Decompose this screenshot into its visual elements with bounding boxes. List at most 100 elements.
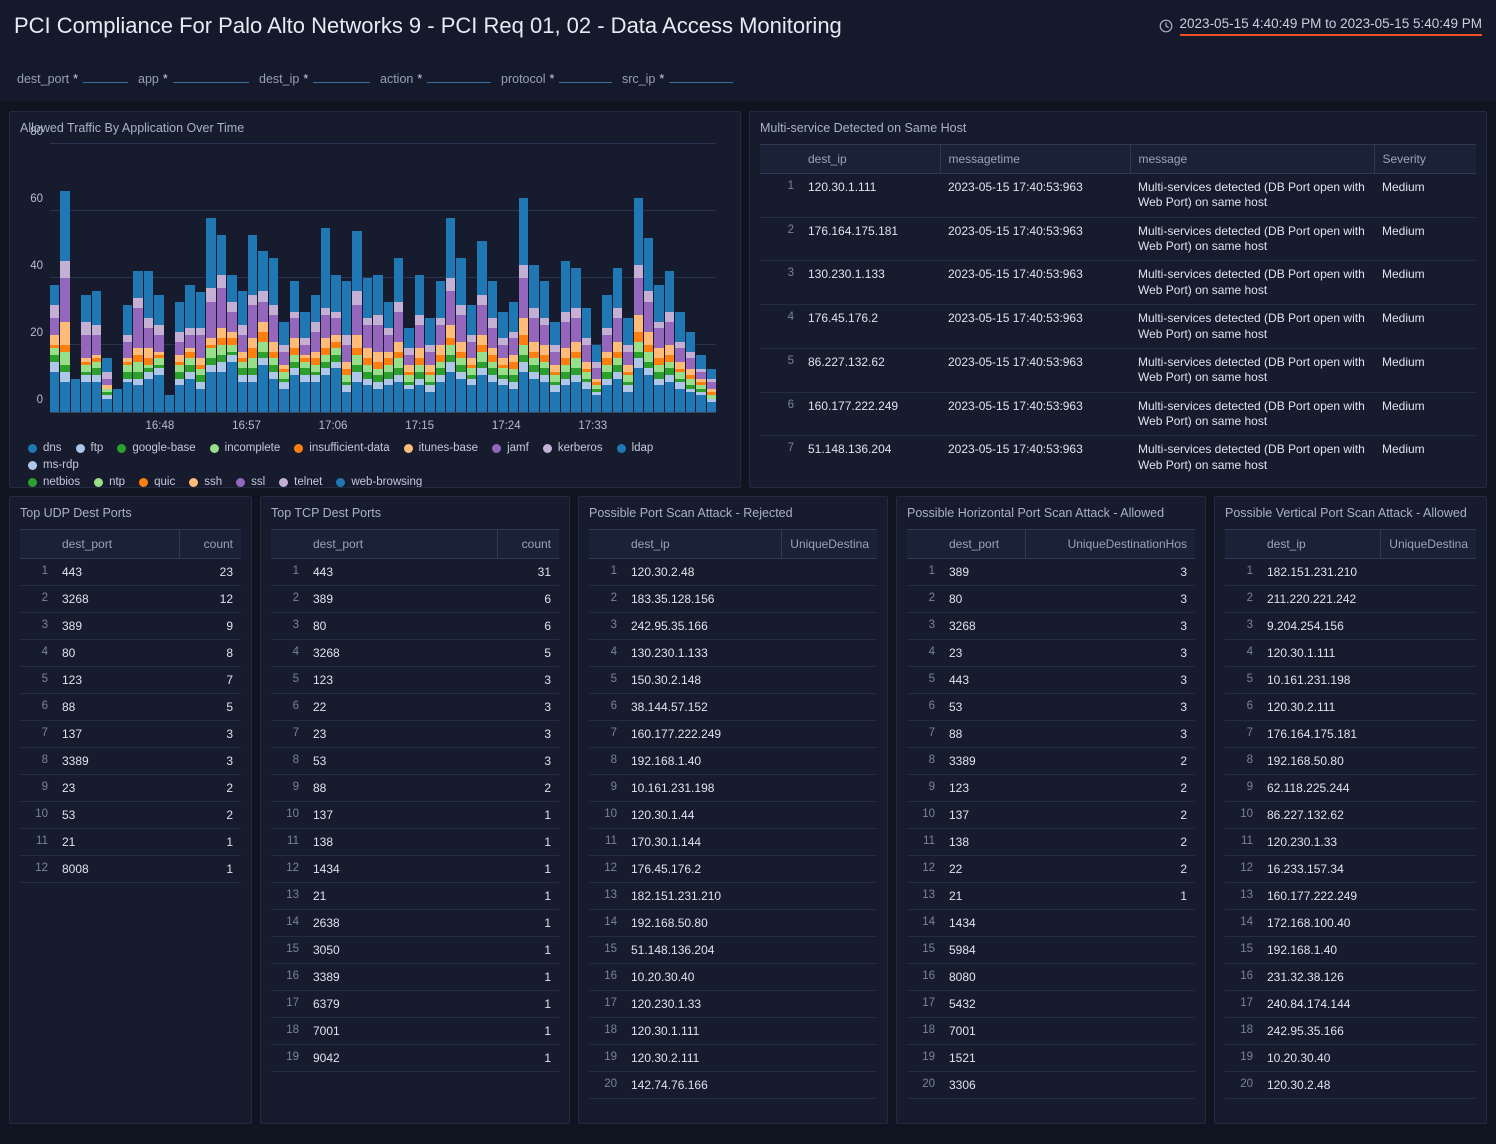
column-header[interactable]	[20, 530, 54, 559]
table-row[interactable]: 7176.164.175.181	[1225, 721, 1476, 748]
table-row[interactable]: 91232	[907, 775, 1195, 802]
chart-bar[interactable]	[238, 291, 247, 412]
table-row[interactable]: 39.204.254.156	[1225, 613, 1476, 640]
legend-item[interactable]: ntp	[94, 476, 125, 488]
chart-bar[interactable]	[300, 312, 309, 412]
column-header[interactable]: dest_port	[941, 530, 1025, 559]
table-row[interactable]: 962.118.225.244	[1225, 775, 1476, 802]
table-row[interactable]: 14192.168.50.80	[589, 910, 877, 937]
table-row[interactable]: 141434	[907, 910, 1195, 937]
column-header[interactable]	[589, 530, 623, 559]
table-row[interactable]: 9882	[271, 775, 559, 802]
table-row[interactable]: 11211	[20, 829, 241, 856]
table-row[interactable]: 33899	[20, 613, 241, 640]
table-row[interactable]: 11170.30.1.144	[589, 829, 877, 856]
table-row[interactable]: 1633891	[271, 964, 559, 991]
table-row[interactable]: 10532	[20, 802, 241, 829]
table-row[interactable]: 2211.220.221.242	[1225, 586, 1476, 613]
app-input[interactable]	[173, 68, 249, 83]
table-row[interactable]: 13211	[271, 883, 559, 910]
chart-bar[interactable]	[509, 302, 518, 412]
time-range-label[interactable]: 2023-05-15 4:40:49 PM to 2023-05-15 5:40…	[1180, 16, 1482, 36]
column-header[interactable]: UniqueDestinationHos	[1025, 530, 1195, 559]
column-header[interactable]: Severity	[1374, 145, 1476, 174]
table-row[interactable]: 20142.74.76.166	[589, 1072, 877, 1099]
table-row[interactable]: 9232	[20, 775, 241, 802]
port-scan-rejected-scroll[interactable]: dest_ipUniqueDestina 1120.30.2.482183.35…	[589, 529, 877, 1115]
chart-bar[interactable]	[196, 292, 205, 413]
table-row[interactable]: 510.161.231.198	[1225, 667, 1476, 694]
table-row[interactable]: 1530501	[271, 937, 559, 964]
legend-item[interactable]: incomplete	[210, 442, 281, 454]
chart-bar[interactable]	[165, 395, 174, 412]
table-row[interactable]: 12176.45.176.2	[589, 856, 877, 883]
table-row[interactable]: 1763791	[271, 991, 559, 1018]
chart-bar[interactable]	[227, 275, 236, 412]
chart-bar[interactable]	[311, 295, 320, 412]
table-row[interactable]: 332683	[907, 613, 1195, 640]
table-row[interactable]: 1280081	[20, 856, 241, 883]
table-row[interactable]: 101372	[907, 802, 1195, 829]
legend-item[interactable]: ms-rdp	[28, 459, 79, 471]
port-scan-horizontal-scroll[interactable]: dest_portUniqueDestinationHos 1389328033…	[907, 529, 1195, 1115]
table-row[interactable]: 23896	[271, 586, 559, 613]
chart-bar[interactable]	[540, 281, 549, 412]
legend-item[interactable]: google-base	[117, 442, 195, 454]
table-row[interactable]: 5150.30.2.148	[589, 667, 877, 694]
chart-bar[interactable]	[384, 302, 393, 412]
legend-item[interactable]: telnet	[279, 476, 322, 488]
chart-bar[interactable]	[60, 191, 69, 412]
table-row[interactable]: 2803	[907, 586, 1195, 613]
table-row[interactable]: 1214341	[271, 856, 559, 883]
table-row[interactable]: 1120.30.1.1112023-05-15 17:40:53:963Mult…	[760, 174, 1476, 218]
table-row[interactable]: 13893	[907, 559, 1195, 586]
table-row[interactable]: 10120.30.1.44	[589, 802, 877, 829]
chart-bar[interactable]	[436, 281, 445, 412]
chart-bar[interactable]	[185, 285, 194, 412]
table-row[interactable]: 203306	[907, 1072, 1195, 1099]
chart-bar[interactable]	[456, 258, 465, 412]
table-row[interactable]: 2326812	[20, 586, 241, 613]
column-header[interactable]: UniqueDestina	[1380, 530, 1476, 559]
chart-bar[interactable]	[654, 285, 663, 412]
table-row[interactable]: 638.144.57.152	[589, 694, 877, 721]
filter-app[interactable]: app *	[138, 68, 259, 86]
filter-action[interactable]: action *	[380, 68, 501, 86]
dest-ip-input[interactable]	[313, 68, 370, 83]
chart-bar[interactable]	[248, 235, 257, 413]
chart-bar[interactable]	[206, 218, 215, 412]
table-row[interactable]: 1182.151.231.210	[1225, 559, 1476, 586]
chart-bar[interactable]	[519, 198, 528, 412]
legend-item[interactable]: web-browsing	[336, 476, 422, 488]
legend-item[interactable]: ssl	[236, 476, 265, 488]
top-tcp-scroll[interactable]: dest_portcount 1443312389638064326855123…	[271, 529, 559, 1115]
column-header[interactable]: dest_ip	[623, 530, 781, 559]
table-row[interactable]: 432685	[271, 640, 559, 667]
legend-item[interactable]: kerberos	[543, 442, 603, 454]
chart-bar[interactable]	[269, 258, 278, 412]
table-row[interactable]: 54433	[907, 667, 1195, 694]
chart-bar[interactable]	[404, 328, 413, 412]
table-row[interactable]: 13182.151.231.210	[589, 883, 877, 910]
chart-bar[interactable]	[665, 271, 674, 412]
table-row[interactable]: 7233	[271, 721, 559, 748]
table-row[interactable]: 14172.168.100.40	[1225, 910, 1476, 937]
table-row[interactable]: 8192.168.1.40	[589, 748, 877, 775]
table-row[interactable]: 168080	[907, 964, 1195, 991]
chart-bar[interactable]	[175, 302, 184, 412]
legend-item[interactable]: quic	[139, 476, 175, 488]
chart-bar[interactable]	[477, 241, 486, 412]
table-row[interactable]: 155984	[907, 937, 1195, 964]
chart-bar[interactable]	[613, 268, 622, 412]
chart-bar[interactable]	[81, 295, 90, 412]
table-row[interactable]: 144323	[20, 559, 241, 586]
chart-bar[interactable]	[133, 271, 142, 412]
legend-item[interactable]: ftp	[76, 442, 104, 454]
table-row[interactable]: 4808	[20, 640, 241, 667]
table-row[interactable]: 4130.230.1.133	[589, 640, 877, 667]
chart-bar[interactable]	[123, 305, 132, 412]
chart-bar[interactable]	[686, 332, 695, 412]
chart-bar[interactable]	[342, 281, 351, 412]
table-row[interactable]: 18120.30.1.111	[589, 1018, 877, 1045]
chart-bar[interactable]	[415, 275, 424, 412]
